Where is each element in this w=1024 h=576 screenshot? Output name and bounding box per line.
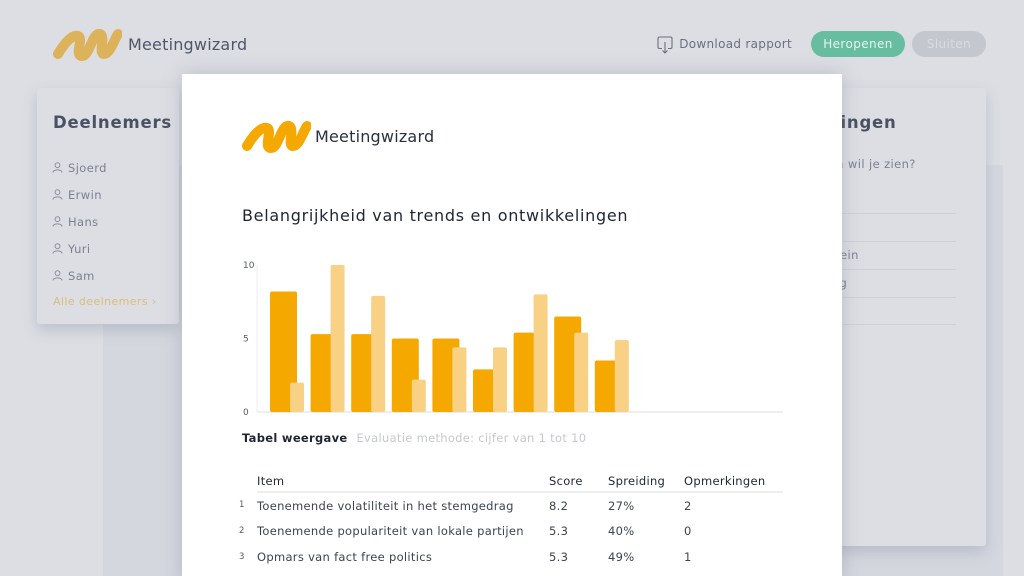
table-header-row: Item Score Spreiding Opmerkingen: [239, 470, 783, 493]
row-spread: 49%: [608, 550, 635, 564]
participant-name: Erwin: [68, 187, 102, 202]
row-remarks: 0: [684, 524, 692, 538]
row-item: Opmars van fact free politics: [257, 550, 433, 564]
wave-logo-icon: [53, 29, 122, 61]
column-spread: Spreiding: [608, 470, 684, 493]
participant-item[interactable]: Hans: [52, 208, 107, 235]
participant-item[interactable]: Yuri: [52, 235, 107, 262]
user-icon: [52, 243, 63, 254]
user-icon: [52, 189, 63, 200]
participant-name: Sjoerd: [68, 160, 107, 175]
all-participants-link[interactable]: Alle deelnemers ›: [53, 295, 157, 308]
row-score: 5.3: [549, 550, 569, 564]
close-button[interactable]: Sluiten: [912, 31, 986, 57]
bar-spreiding: [411, 379, 426, 412]
row-number: 1: [239, 500, 245, 510]
row-number: 3: [239, 552, 245, 562]
bar-chart: 0 5 10: [237, 257, 787, 418]
table-view-title: Tabel weergave: [242, 431, 348, 445]
user-icon: [52, 216, 63, 227]
header-actions: Download rapport Heropenen Sluiten: [657, 31, 986, 57]
row-remarks: 1: [684, 550, 692, 564]
report-brand-logo: Meetingwizard: [241, 118, 434, 154]
y-tick-label: 0: [243, 408, 249, 417]
row-spread: 27%: [608, 498, 635, 513]
report-title: Belangrijkheid van trends en ontwikkelin…: [242, 206, 629, 225]
row-spread: 40%: [608, 524, 635, 538]
reopen-button[interactable]: Heropenen: [811, 31, 905, 57]
bar-spreiding: [533, 294, 548, 412]
y-tick-label: 10: [243, 261, 255, 271]
row-item: Toenemende populariteit van lokale parti…: [257, 524, 524, 538]
participant-item[interactable]: Erwin: [52, 181, 107, 208]
participant-name: Sam: [68, 268, 95, 283]
results-table: Item Score Spreiding Opmerkingen 1 Toene…: [239, 470, 783, 570]
row-score: 5.3: [549, 524, 569, 538]
bar-spreiding: [614, 339, 629, 412]
table-row[interactable]: 2 Toenemende populariteit van lokale par…: [239, 518, 783, 544]
brand-name: Meetingwizard: [128, 34, 248, 54]
participants-list: Sjoerd Erwin Hans Yuri Sam: [52, 154, 107, 289]
bar-spreiding: [452, 347, 467, 412]
column-item: Item: [257, 470, 549, 493]
bar-chart-svg: 0 5 10: [243, 261, 783, 418]
bar-spreiding: [371, 295, 386, 412]
bar-spreiding: [330, 265, 345, 412]
table-row[interactable]: 3 Opmars van fact free politics 5.3 49% …: [239, 544, 783, 570]
participants-card: Deelnemers Sjoerd Erwin Hans Yuri Sam Al…: [37, 88, 179, 324]
wave-logo-icon: [242, 121, 311, 153]
participant-name: Hans: [68, 214, 99, 229]
column-num: [239, 470, 257, 492]
row-item: Toenemende volatiliteit in het stemgedra…: [257, 498, 514, 513]
row-number: 2: [239, 526, 245, 536]
row-score: 8.2: [549, 498, 569, 513]
participants-title: Deelnemers: [53, 113, 173, 132]
download-label: Download rapport: [679, 37, 792, 51]
report-brand-name: Meetingwizard: [315, 126, 435, 146]
participant-name: Yuri: [68, 241, 91, 256]
bar-spreiding: [574, 332, 589, 412]
table-row[interactable]: 1 Toenemende volatiliteit in het stemged…: [239, 492, 783, 518]
report-modal: Meetingwizard Belangrijkheid van trends …: [182, 74, 842, 576]
bar-spreiding: [290, 382, 304, 412]
bar-spreiding: [493, 347, 507, 412]
column-remarks: Opmerkingen: [684, 470, 783, 493]
y-tick-label: 5: [243, 335, 249, 345]
user-icon: [52, 162, 63, 173]
download-report-link[interactable]: Download rapport: [657, 34, 792, 54]
row-remarks: 2: [684, 498, 692, 513]
download-icon: [657, 36, 673, 54]
table-heading: Tabel weergave Evaluatie methode: cijfer…: [242, 431, 586, 445]
brand-logo[interactable]: Meetingwizard: [52, 26, 247, 62]
column-score: Score: [549, 470, 608, 493]
participant-item[interactable]: Sjoerd: [52, 154, 107, 181]
user-icon: [52, 270, 63, 281]
participant-item[interactable]: Sam: [52, 262, 107, 289]
evaluation-method: Evaluatie methode: cijfer van 1 tot 10: [356, 431, 587, 445]
